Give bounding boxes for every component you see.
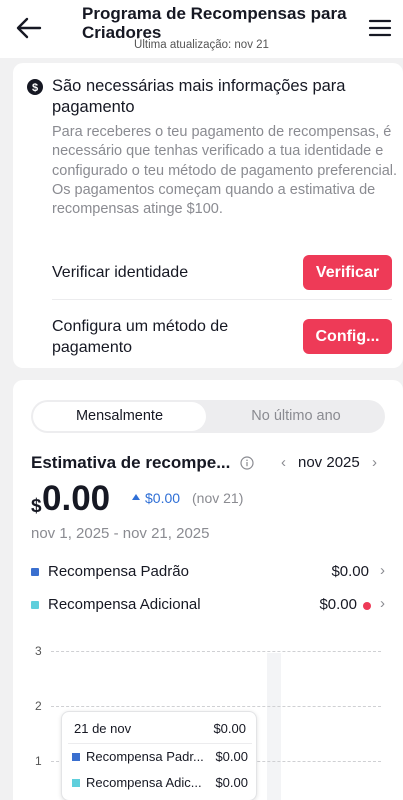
payment-method-label: Configura um método de pagamento [52, 318, 229, 356]
legend-additional-reward[interactable]: Recompensa Adicional $0.00 › [31, 595, 385, 617]
legend-label: Recompensa Padrão [48, 563, 189, 580]
info-icon[interactable] [240, 456, 254, 470]
gridline [51, 706, 381, 707]
top-bar: Programa de Recompensas para Criadores Ú… [0, 0, 403, 58]
back-button[interactable] [14, 14, 46, 42]
verify-identity-label: Verificar identidade [52, 264, 189, 281]
period-segmented-control: Mensalmente No último ano [31, 400, 385, 433]
payment-info-card: $ São necessárias mais informações para … [13, 63, 403, 368]
dollar-circle-icon: $ [27, 79, 43, 95]
hamburger-menu-icon [368, 19, 392, 37]
notification-dot [363, 602, 371, 610]
gridline [51, 651, 381, 652]
verify-button[interactable]: Verificar [303, 255, 392, 290]
tab-monthly[interactable]: Mensalmente [33, 402, 206, 431]
legend-color-swatch [72, 779, 80, 787]
legend-value: $0.00 [319, 596, 357, 613]
rewards-estimate-card: Mensalmente No último ano Estimativa de … [13, 380, 403, 800]
date-range: nov 1, 2025 - nov 21, 2025 [31, 525, 210, 542]
last-updated-text: Última atualização: nov 21 [134, 39, 269, 51]
legend-color-swatch [31, 601, 39, 609]
tooltip-row: Recompensa Adic... $0.00 [72, 775, 248, 793]
svg-text:$: $ [32, 82, 38, 94]
tooltip-date: 21 de nov [74, 721, 132, 736]
chevron-right-icon: › [380, 595, 385, 612]
selected-day-highlight [267, 653, 281, 800]
chart-tooltip: 21 de nov $0.00 Recompensa Padr... $0.00… [61, 711, 257, 800]
y-tick-label: 1 [35, 754, 42, 768]
legend-value: $0.00 [331, 563, 369, 580]
chevron-right-icon: › [380, 562, 385, 579]
verify-identity-row: Verificar identidade Verificar [52, 255, 392, 290]
legend-color-swatch [31, 568, 39, 576]
currency-symbol: $ [31, 496, 42, 517]
divider [52, 299, 392, 300]
delta-date: (nov 21) [192, 490, 244, 506]
chevron-right-icon[interactable]: › [372, 454, 377, 471]
legend-label: Recompensa Adicional [48, 596, 201, 613]
payment-info-body: Para receberes o teu pagamento de recomp… [52, 124, 398, 218]
configure-payment-button[interactable]: Config... [303, 319, 392, 354]
tooltip-row: Recompensa Padr... $0.00 [72, 749, 248, 767]
tooltip-row-label: Recompensa Padr... [86, 749, 204, 764]
divider [68, 743, 252, 744]
payment-method-row: Configura um método de pagamento Config.… [52, 316, 392, 361]
estimate-amount: 0.00 [42, 479, 111, 518]
payment-info-title: São necessárias mais informações para pa… [52, 77, 346, 116]
tooltip-row-label: Recompensa Adic... [86, 775, 202, 790]
legend-color-swatch [72, 753, 80, 761]
page-title: Programa de Recompensas para Criadores [82, 4, 347, 42]
chevron-left-icon[interactable]: ‹ [281, 454, 286, 471]
estimate-title: Estimativa de recompe... [31, 453, 231, 472]
tab-last-year[interactable]: No último ano [209, 402, 383, 431]
tooltip-total: $0.00 [213, 721, 246, 736]
tooltip-row-value: $0.00 [215, 775, 248, 790]
tooltip-row-value: $0.00 [215, 749, 248, 764]
y-tick-label: 3 [35, 644, 42, 658]
delta-amount: $0.00 [145, 490, 181, 506]
menu-button[interactable] [367, 16, 393, 40]
y-tick-label: 2 [35, 699, 42, 713]
arrow-left-icon [16, 17, 42, 39]
triangle-up-icon [132, 494, 140, 500]
legend-standard-reward[interactable]: Recompensa Padrão $0.00 › [31, 562, 385, 584]
month-selector[interactable]: nov 2025 [298, 454, 360, 471]
